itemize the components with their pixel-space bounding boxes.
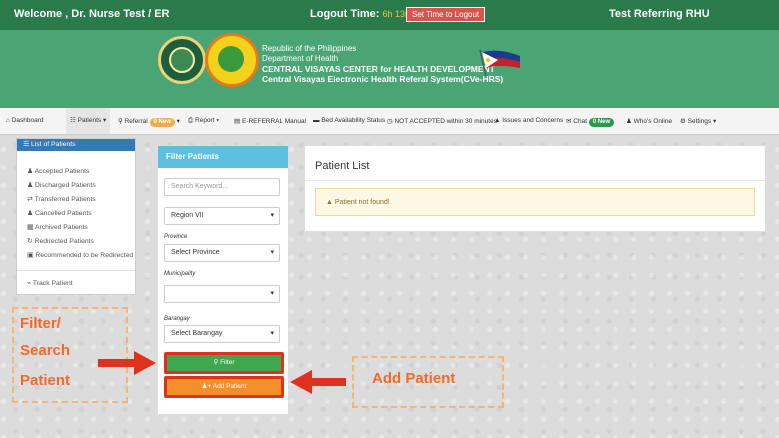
- nav-chat-label: Chat: [573, 118, 587, 125]
- users-icon: ♟: [27, 182, 35, 189]
- nav-manual-label: E-REFERRAL Manual: [241, 118, 307, 125]
- warning-icon: ▲: [326, 199, 335, 206]
- province-value: Select Province: [171, 249, 220, 256]
- sidebar-item-label: Cancelled Patients: [34, 210, 92, 217]
- add-patient-button[interactable]: ♟+ Add Patient: [164, 376, 284, 398]
- search-keyword-input[interactable]: Search Keyword...: [164, 178, 280, 196]
- annotation-filter-line2: Search: [20, 342, 71, 359]
- chevron-down-icon: ▾: [270, 290, 274, 297]
- nav-issues[interactable]: ▲ Issues and Concerns: [494, 117, 563, 124]
- health-program-logo: [205, 33, 259, 87]
- sidebar-item-redirected[interactable]: ↻ Redirected Patients: [27, 237, 94, 245]
- archive-icon: ▦: [27, 224, 35, 231]
- list-divider: [305, 180, 765, 181]
- sidebar-item-discharged[interactable]: ♟ Discharged Patients: [27, 181, 96, 189]
- chevron-down-icon: ▾: [270, 330, 274, 337]
- nav-referral[interactable]: ⚲ Referral 0 New ▾: [118, 117, 180, 127]
- nav-report[interactable]: ⎙ Report ▾: [188, 117, 219, 125]
- nav-settings-label: Settings: [687, 118, 712, 125]
- page-title: Patient List: [315, 160, 370, 172]
- nav-whos-online[interactable]: ♟ Who's Online: [626, 117, 672, 125]
- municipality-label: Municipality: [164, 271, 196, 277]
- welcome-text: Welcome , Dr. Nurse Test / ER: [14, 8, 170, 20]
- region-select[interactable]: Region VII ▾: [164, 207, 280, 225]
- chevron-down-icon: ▾: [270, 212, 274, 219]
- filter-button-label: Filter: [220, 359, 235, 366]
- top-bar: Welcome , Dr. Nurse Test / ER Logout Tim…: [0, 0, 779, 30]
- sidebar-item-archived[interactable]: ▦ Archived Patients: [27, 223, 88, 231]
- not-found-alert: ▲ Patient not found!: [315, 188, 755, 216]
- sidebar-item-label: List of Patients: [30, 141, 76, 148]
- logout-label: Logout Time:: [310, 8, 380, 20]
- nav-patients-label: Patients: [77, 117, 102, 124]
- patient-list-panel: Patient List ▲ Patient not found!: [304, 145, 766, 232]
- set-logout-time-button[interactable]: Set Time to Logout: [406, 7, 486, 22]
- sidebar-item-accepted[interactable]: ♟ Accepted Patients: [27, 167, 89, 175]
- filter-panel-title: Filter Patients: [158, 146, 288, 168]
- nav-bed-label: Bed Availability Status: [321, 117, 386, 124]
- doh-seal-logo: [158, 36, 206, 84]
- sidebar-divider: [17, 270, 135, 271]
- philippine-flag-icon: [479, 49, 520, 76]
- nav-issues-label: Issues and Concerns: [502, 117, 564, 124]
- sidebar-item-label: Track Patient: [32, 280, 73, 287]
- annotation-filter-line3: Patient: [20, 372, 71, 389]
- chevron-down-icon: ▾: [270, 249, 274, 256]
- users-icon: ♟: [27, 210, 35, 217]
- arrow-to-add-patient-icon: [290, 370, 346, 394]
- sidebar-item-track-patient[interactable]: ⌁ Track Patient: [27, 279, 73, 287]
- province-label: Province: [164, 234, 188, 240]
- nav-chat[interactable]: ✉ Chat 0 New: [566, 117, 615, 127]
- nav-not-accepted[interactable]: ◷ NOT ACCEPTED within 30 minutes: [387, 117, 497, 125]
- sidebar-item-recommended[interactable]: ▣ Recommended to be Redirected: [27, 251, 133, 259]
- sidebar-item-label: Redirected Patients: [34, 238, 94, 245]
- redirect-icon: ↻: [27, 238, 35, 245]
- nav-not-accepted-label: NOT ACCEPTED within 30 minutes: [394, 118, 497, 125]
- annotation-filter-line1: Filter/: [20, 315, 61, 332]
- nav-dashboard-label: Dashboard: [11, 117, 44, 124]
- add-patient-button-label: Add Patient: [212, 383, 247, 390]
- banner-line-2: Department of Health: [262, 54, 339, 63]
- chat-new-badge: 0 New: [588, 118, 615, 127]
- sidebar-item-label: Discharged Patients: [34, 182, 96, 189]
- sidebar-item-list-of-patients[interactable]: ☰ List of Patients: [17, 139, 135, 151]
- banner-line-3: CENTRAL VISAYAS CENTER for HEALTH DEVELO…: [262, 64, 495, 74]
- banner-line-1: Republic of the Philippines: [262, 44, 357, 53]
- filter-button[interactable]: ⚲ Filter: [164, 352, 284, 374]
- list-icon: ☰: [23, 141, 31, 148]
- nav-whos-online-label: Who's Online: [633, 118, 673, 125]
- nav-bed-status[interactable]: ▬ Bed Availability Status: [313, 117, 385, 124]
- patients-sidebar: ☰ List of Patients ♟ Accepted Patients ♟…: [16, 138, 136, 295]
- main-navbar: ⌂ Dashboard ☷ Patients ▾ ⚲ Referral 0 Ne…: [0, 108, 779, 135]
- banner-text: Republic of the Philippines Department o…: [262, 44, 503, 84]
- nav-referral-label: Referral: [124, 118, 148, 125]
- arrow-to-filter-icon: [98, 351, 156, 375]
- search-placeholder: Search Keyword...: [171, 183, 229, 190]
- nav-report-label: Report: [195, 117, 215, 124]
- nav-manual[interactable]: ▤ E-REFERRAL Manual: [234, 117, 306, 125]
- banner-line-4: Central Visayas Electronic Health Refera…: [262, 74, 504, 84]
- barangay-value: Select Barangay: [171, 330, 223, 337]
- municipality-select[interactable]: ▾: [164, 285, 280, 303]
- sidebar-item-label: Accepted Patients: [34, 168, 90, 175]
- nav-patients[interactable]: ☷ Patients ▾: [66, 108, 111, 134]
- users-icon: ♟: [27, 168, 35, 175]
- barangay-select[interactable]: Select Barangay ▾: [164, 325, 280, 343]
- sidebar-item-label: Recommended to be Redirected: [35, 252, 134, 259]
- filter-patients-panel: Filter Patients Search Keyword... Region…: [157, 145, 289, 415]
- sidebar-item-label: Transferred Patients: [34, 196, 96, 203]
- sidebar-item-transferred[interactable]: ⇄ Transferred Patients: [27, 195, 96, 203]
- alert-text: Patient not found!: [334, 199, 390, 206]
- sidebar-item-cancelled[interactable]: ♟ Cancelled Patients: [27, 209, 92, 217]
- sidebar-item-label: Archived Patients: [34, 224, 88, 231]
- facility-name: Test Referring RHU: [609, 8, 710, 20]
- nav-settings[interactable]: ⚙ Settings ▾: [680, 117, 716, 125]
- add-user-icon: ♟+: [201, 383, 213, 390]
- nav-dashboard[interactable]: ⌂ Dashboard: [6, 117, 44, 124]
- province-select[interactable]: Select Province ▾: [164, 244, 280, 262]
- barangay-label: Barangay: [164, 316, 190, 322]
- referral-new-badge: 0 New: [149, 118, 175, 127]
- annotation-add-patient: Add Patient: [372, 370, 456, 387]
- region-value: Region VII: [171, 212, 204, 219]
